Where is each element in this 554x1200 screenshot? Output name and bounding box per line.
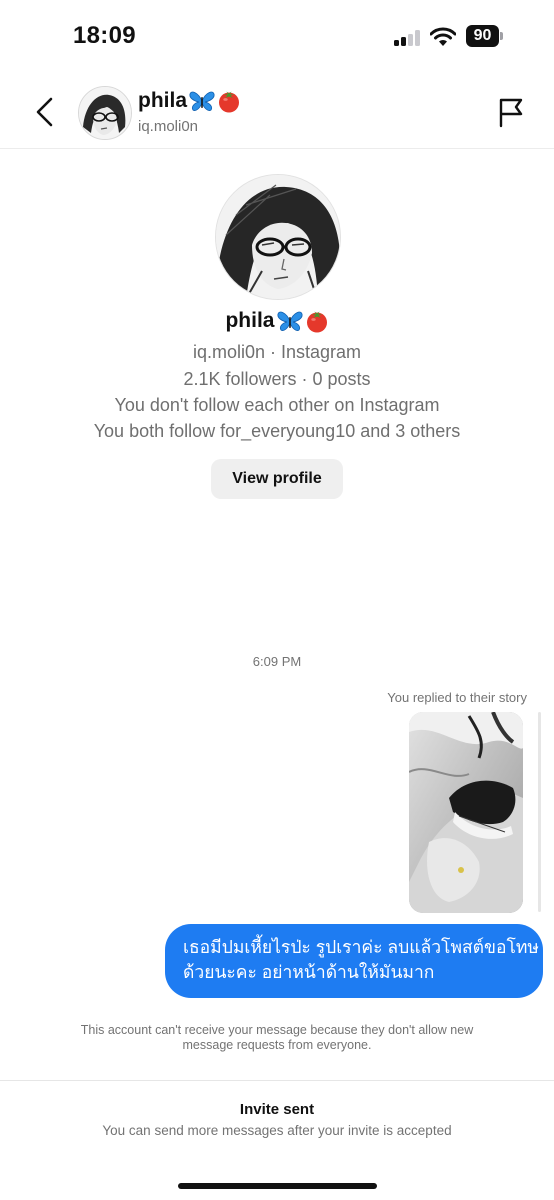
invite-title: Invite sent [239, 1101, 315, 1118]
footer-divider [0, 1080, 554, 1081]
status-time: 18:09 [73, 22, 136, 49]
header-username[interactable]: iq.moli0n [138, 118, 198, 135]
battery-icon: 90 [466, 25, 504, 47]
wifi-icon [430, 27, 456, 46]
profile-stats: 2.1K followers · 0 posts [183, 369, 371, 389]
story-reply-label: You replied to their story [387, 690, 527, 705]
tomato-emoji [306, 311, 327, 333]
mutual-followers[interactable]: You both follow for_everyoung10 and 3 ot… [0, 421, 554, 442]
chevron-left-icon[interactable] [32, 96, 58, 128]
message-line: เธอมีปมเหี้ยไรป่ะ รูปเราค่ะ ลบแล้วโพสต์ข… [183, 937, 539, 957]
avatar-illustration [216, 175, 340, 299]
message-timestamp: 6:09 PM [252, 654, 302, 669]
header-name[interactable]: phila [138, 89, 241, 113]
header-name-text: phila [138, 89, 188, 112]
profile-avatar[interactable] [215, 174, 341, 300]
flag-icon[interactable] [496, 96, 526, 128]
profile-meta: iq.moli0n · Instagram [192, 342, 362, 362]
invite-subtitle: You can send more messages after your in… [102, 1123, 452, 1138]
profile-name: phila [0, 309, 554, 333]
tomato-emoji [219, 91, 240, 113]
butterfly-emoji [189, 91, 215, 111]
profile-name-text: phila [225, 309, 275, 332]
avatar-illustration [79, 87, 131, 139]
battery-level: 90 [466, 25, 499, 47]
view-profile-button[interactable]: View profile [211, 459, 343, 499]
story-image [409, 712, 523, 913]
cellular-signal-icon [394, 30, 422, 46]
follow-status: You don't follow each other on Instagram [114, 395, 440, 415]
header-divider [0, 148, 554, 149]
story-thumbnail[interactable] [409, 712, 523, 913]
scroll-indicator[interactable] [538, 712, 541, 912]
delivery-notice: This account can't receive your message … [80, 1023, 474, 1052]
header-avatar[interactable] [78, 86, 132, 140]
home-indicator[interactable] [178, 1183, 377, 1189]
butterfly-emoji [276, 311, 303, 331]
message-line: ด้วยนะคะ อย่าหน้าด้านให้มันมาก [183, 962, 435, 982]
sent-message-bubble[interactable]: เธอมีปมเหี้ยไรป่ะ รูปเราค่ะ ลบแล้วโพสต์ข… [165, 924, 543, 998]
